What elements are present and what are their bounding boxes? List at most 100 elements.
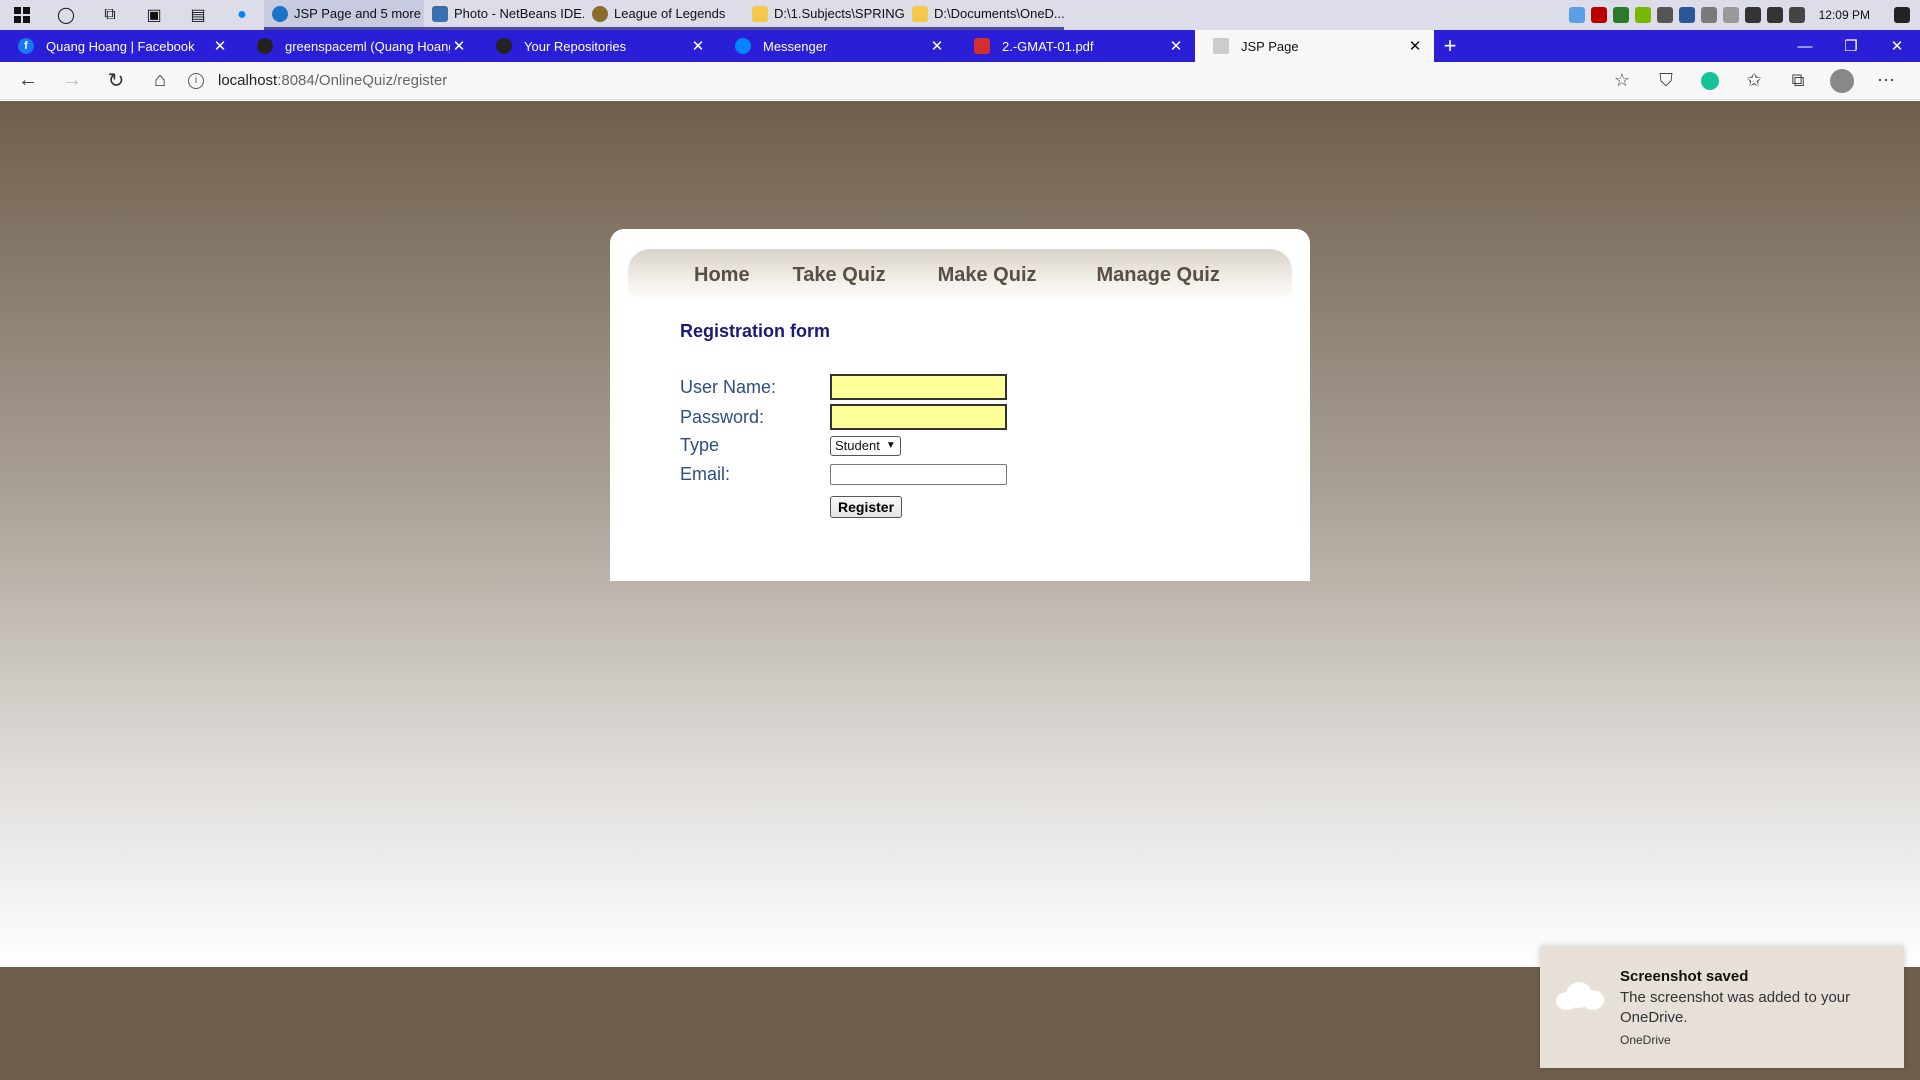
menu-make-quiz[interactable]: Make Quiz xyxy=(938,264,1037,287)
taskbar-app-label: JSP Page and 5 more ... xyxy=(294,6,424,21)
url-path: :8084/OnlineQuiz/register xyxy=(277,72,448,89)
taskbar-app-netbeans[interactable]: Photo - NetBeans IDE... xyxy=(424,0,584,30)
close-icon[interactable]: ✕ xyxy=(928,37,946,55)
username-label: User Name: xyxy=(680,376,777,397)
close-icon[interactable]: ✕ xyxy=(689,37,707,55)
main-menu: Home Take Quiz Make Quiz Manage Quiz xyxy=(628,249,1292,301)
menu-home[interactable]: Home xyxy=(694,264,750,287)
photos-app-icon[interactable]: ▣ xyxy=(132,0,176,30)
home-icon[interactable]: ⌂ xyxy=(138,62,182,100)
url-host: localhost xyxy=(218,72,278,89)
nvidia-icon[interactable] xyxy=(1634,7,1651,23)
tab-label: Messenger xyxy=(763,38,828,54)
battery-icon[interactable] xyxy=(1744,7,1761,23)
volume-icon[interactable] xyxy=(1788,7,1805,23)
tab-repositories[interactable]: Your Repositories ✕ xyxy=(478,30,717,62)
pdf-icon xyxy=(974,38,990,54)
close-icon[interactable]: ✕ xyxy=(1167,37,1185,55)
windows-icon xyxy=(14,7,30,23)
facebook-icon: f xyxy=(18,38,34,54)
restore-icon[interactable]: ❐ xyxy=(1828,30,1874,62)
taskbar-app-label: D:\1.Subjects\SPRING... xyxy=(774,6,904,21)
type-row: Type Student ▼ xyxy=(680,435,901,456)
info-icon[interactable]: i xyxy=(188,72,204,89)
shield-extension-icon[interactable]: ⛉ xyxy=(1644,70,1688,91)
menu-take-quiz[interactable]: Take Quiz xyxy=(793,264,886,287)
notification-icon[interactable] xyxy=(1894,7,1910,23)
favorites-icon[interactable]: ✩ xyxy=(1732,70,1776,91)
form-title: Registration form xyxy=(680,321,831,341)
close-icon[interactable]: ✕ xyxy=(211,37,229,55)
username-input[interactable] xyxy=(830,374,1007,400)
register-button[interactable]: Register xyxy=(830,496,903,518)
system-tray: 12:09 PM xyxy=(1568,0,1920,30)
display-icon[interactable] xyxy=(1766,7,1783,23)
github-icon xyxy=(257,38,273,54)
toast-title: Screenshot saved xyxy=(1620,968,1749,985)
network-tray-icon[interactable] xyxy=(1700,7,1717,23)
league-icon xyxy=(592,5,608,22)
word-icon[interactable] xyxy=(1678,7,1695,23)
taskbar-app-explorer-2[interactable]: D:\Documents\OneD... xyxy=(904,0,1064,30)
minimize-icon[interactable]: — xyxy=(1782,30,1828,62)
password-input[interactable] xyxy=(830,404,1007,430)
taskbar-app-league[interactable]: League of Legends xyxy=(584,0,744,30)
taskbar-app-explorer-1[interactable]: D:\1.Subjects\SPRING... xyxy=(744,0,904,30)
taskbar-app-edge[interactable]: JSP Page and 5 more ... xyxy=(264,0,424,30)
grammarly-icon[interactable] xyxy=(1688,71,1732,90)
window-close-icon[interactable]: ✕ xyxy=(1874,30,1920,62)
page-background: Home Take Quiz Make Quiz Manage Quiz Reg… xyxy=(0,101,1920,967)
profile-avatar[interactable] xyxy=(1820,68,1864,93)
cloud-icon xyxy=(1556,980,1604,1010)
task-view-icon[interactable]: ⧉ xyxy=(88,0,132,30)
tab-label: greenspaceml (Quang Hoang) xyxy=(285,38,450,54)
tab-label: Quang Hoang | Facebook xyxy=(46,38,195,54)
back-icon[interactable]: ← xyxy=(6,62,50,100)
password-label: Password: xyxy=(680,406,765,427)
cortana-icon[interactable]: ◯ xyxy=(44,0,88,30)
email-input[interactable] xyxy=(830,464,1007,485)
onedrive-icon[interactable] xyxy=(1568,7,1585,23)
type-selected-value: Student xyxy=(835,438,880,453)
tab-github-profile[interactable]: greenspaceml (Quang Hoang) ✕ xyxy=(239,30,478,62)
shield-tray-icon[interactable] xyxy=(1612,7,1629,23)
type-select[interactable]: Student ▼ xyxy=(830,435,901,456)
more-icon[interactable]: ⋯ xyxy=(1864,70,1908,91)
clock[interactable]: 12:09 PM xyxy=(1819,8,1870,22)
browser-toolbar: ← → ↻ ⌂ i localhost:8084/OnlineQuiz/regi… xyxy=(0,62,1920,100)
tab-facebook[interactable]: f Quang Hoang | Facebook ✕ xyxy=(0,30,239,62)
folder-icon xyxy=(912,5,928,22)
folder-icon xyxy=(752,5,768,22)
menu-manage-quiz[interactable]: Manage Quiz xyxy=(1097,264,1220,287)
app-tray-icon[interactable] xyxy=(1590,7,1607,23)
toast-body: The screenshot was added to your OneDriv… xyxy=(1620,989,1851,1026)
cloud-tray-icon[interactable] xyxy=(1722,7,1739,23)
tab-jsp-page[interactable]: JSP Page ✕ xyxy=(1195,30,1434,62)
taskbar-app-label: Photo - NetBeans IDE... xyxy=(454,6,584,21)
store-icon[interactable]: ▤ xyxy=(176,0,220,30)
v-tray-icon[interactable] xyxy=(1656,7,1673,23)
messenger-app-icon[interactable]: ● xyxy=(220,0,264,30)
close-icon[interactable]: ✕ xyxy=(450,37,468,55)
new-tab-button[interactable]: + xyxy=(1434,30,1466,62)
address-bar[interactable]: i localhost:8084/OnlineQuiz/register xyxy=(188,72,1600,89)
windows-taskbar: ◯ ⧉ ▣ ▤ ● JSP Page and 5 more ... Photo … xyxy=(0,0,1920,30)
type-label: Type xyxy=(680,435,720,455)
tab-pdf[interactable]: 2.-GMAT-01.pdf ✕ xyxy=(956,30,1195,62)
collections-icon[interactable]: ⧉ xyxy=(1776,70,1820,91)
email-row: Email: xyxy=(680,464,1007,485)
username-row: User Name: xyxy=(680,374,1007,400)
page-icon xyxy=(1213,38,1229,54)
netbeans-icon xyxy=(432,5,448,22)
screenshot-toast[interactable]: Screenshot saved The screenshot was adde… xyxy=(1540,946,1904,1068)
refresh-icon[interactable]: ↻ xyxy=(94,62,138,100)
tab-messenger[interactable]: Messenger ✕ xyxy=(717,30,956,62)
close-icon[interactable]: ✕ xyxy=(1406,37,1424,55)
start-button[interactable] xyxy=(0,0,44,30)
forward-icon[interactable]: → xyxy=(50,62,94,100)
email-label: Email: xyxy=(680,464,731,484)
taskbar-app-label: D:\Documents\OneD... xyxy=(934,6,1064,21)
tab-label: JSP Page xyxy=(1241,38,1299,54)
favorite-star-icon[interactable]: ☆ xyxy=(1600,70,1644,91)
password-row: Password: xyxy=(680,404,1007,430)
